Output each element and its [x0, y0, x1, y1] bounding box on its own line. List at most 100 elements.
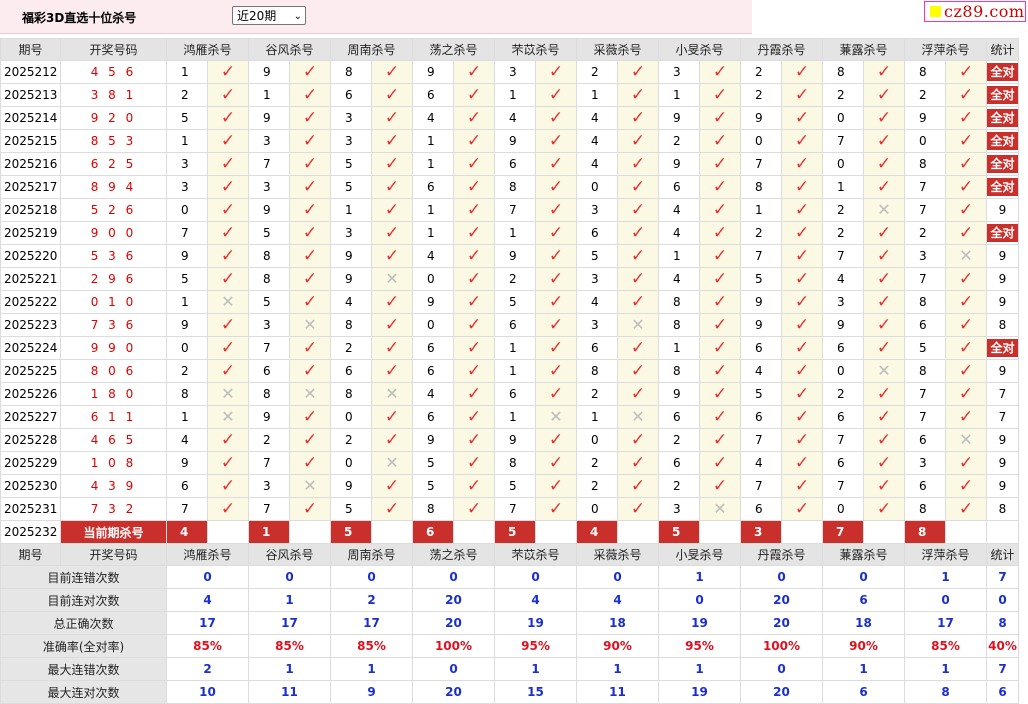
check-icon: ✓	[958, 291, 974, 312]
kill-number-cell: 0	[412, 313, 454, 337]
result-cell: ✓	[945, 152, 987, 176]
kill-number-cell: 4	[740, 359, 782, 383]
kill-number-table: 期号 开奖号码 鸿雁杀号 谷风杀号 周南杀号 荡之杀号 芣苡杀号 采薇杀号 小旻杀号 丹霞杀号 蒹露…	[0, 38, 1019, 704]
check-icon: ✓	[466, 268, 482, 289]
stats-row: 准确率(全对率) 85% 85% 85% 100% 95% 90% 95% 100% 90% 85%…	[0, 634, 1019, 658]
check-icon: ✓	[958, 199, 974, 220]
result-cell: ✓	[453, 83, 495, 107]
period-cell: 2025212	[0, 60, 61, 84]
result-cell: ✓	[699, 336, 741, 360]
result-cell: ✓	[781, 152, 823, 176]
stats-value: 95%	[658, 634, 741, 658]
kill-number-cell: 4	[330, 290, 372, 314]
kill-number-cell: 9	[412, 60, 454, 84]
kill-number-cell: 6	[494, 313, 536, 337]
result-cell: ✓	[289, 129, 331, 153]
current-kill-number: 1	[248, 520, 290, 544]
result-cell: ✓	[535, 336, 577, 360]
header-expert: 周南杀号	[330, 543, 413, 566]
check-icon: ✓	[630, 452, 646, 473]
correct-count: 7	[998, 410, 1007, 424]
period-cell: 2025226	[0, 382, 61, 406]
result-cell: ✓	[863, 175, 905, 199]
current-empty-cell	[371, 520, 413, 544]
current-period-row: 2025232 当前期杀号 4 1 5 6 5 4 5 3 7 8	[0, 520, 1019, 544]
check-icon: ✓	[712, 475, 728, 496]
result-cell: ✓	[617, 198, 659, 222]
kill-number-cell: 3	[576, 198, 618, 222]
check-icon: ✓	[302, 268, 318, 289]
stats-value: 85%	[330, 634, 413, 658]
stats-header: 期号 开奖号码 鸿雁杀号 谷风杀号 周南杀号 荡之杀号 芣苡杀号 采薇杀号 小旻杀号 丹霞杀号 蒹露…	[0, 543, 1019, 566]
kill-number-cell: 7	[822, 474, 864, 498]
table-row: 2025215 8 5 3 1 ✓ 3 ✓ 3 ✓ 1 ✓ 9 ✓ 4 ✓ 2 ✓ 0 ✓ 7 ✓ 0 ✓ 全对	[0, 129, 1019, 153]
kill-number-cell: 8	[248, 244, 290, 268]
check-icon: ✓	[384, 291, 400, 312]
check-icon: ✓	[958, 222, 974, 243]
page-title: 福彩3D直选十位杀号	[22, 11, 137, 25]
correct-count: 9	[998, 364, 1007, 378]
kill-number-cell: 2	[330, 428, 372, 452]
result-cell: ✓	[289, 405, 331, 429]
result-cell: ✓	[863, 336, 905, 360]
kill-number-cell: 6	[658, 451, 700, 475]
result-cell: ✓	[863, 106, 905, 130]
result-cell: ✓	[699, 221, 741, 245]
result-cell: ✓	[781, 175, 823, 199]
result-cell: ✓	[863, 497, 905, 521]
result-cell: ✓	[207, 497, 249, 521]
check-icon: ✓	[712, 337, 728, 358]
kill-number-cell: 6	[740, 405, 782, 429]
draw-number-cell: 5 3 6	[60, 244, 167, 268]
stats-value: 7	[986, 565, 1019, 589]
result-cell: ✓	[781, 313, 823, 337]
check-icon: ✓	[630, 475, 646, 496]
check-icon: ✓	[220, 199, 236, 220]
result-cell: ✓	[781, 359, 823, 383]
result-cell: ✓	[371, 290, 413, 314]
check-icon: ✓	[712, 130, 728, 151]
period-range-select[interactable]: 近20期 ⌄	[232, 6, 306, 25]
stats-value: 2	[330, 588, 413, 612]
kill-number-cell: 0	[822, 152, 864, 176]
result-cell: ✓	[699, 267, 741, 291]
check-icon: ✓	[794, 498, 810, 519]
kill-number-cell: 8	[658, 313, 700, 337]
current-empty-cell	[207, 520, 249, 544]
check-icon: ✓	[712, 360, 728, 381]
stats-label: 目前连对次数	[0, 588, 167, 612]
site-logo[interactable]: cz89.com	[924, 1, 1026, 22]
result-cell: ✓	[617, 336, 659, 360]
kill-number-cell: 7	[248, 497, 290, 521]
check-icon: ✓	[384, 61, 400, 82]
result-cell: ✓	[207, 175, 249, 199]
stats-value: 4	[576, 588, 659, 612]
check-icon: ✓	[548, 61, 564, 82]
stats-value: 0	[658, 588, 741, 612]
current-empty-cell	[863, 520, 905, 544]
table-row: 2025231 7 3 2 7 ✓ 7 ✓ 5 ✓ 8 ✓ 7 ✓ 0 ✓ 3 ✕ 6 ✓ 0 ✓ 8 ✓ 8	[0, 497, 1019, 521]
result-cell: ✓	[617, 106, 659, 130]
result-cell: ✓	[945, 474, 987, 498]
kill-number-cell: 4	[494, 106, 536, 130]
period-cell: 2025219	[0, 221, 61, 245]
kill-number-cell: 6	[904, 313, 946, 337]
all-correct-badge: 全对	[987, 109, 1018, 127]
check-icon: ✓	[466, 475, 482, 496]
kill-number-cell: 1	[412, 129, 454, 153]
check-icon: ✓	[220, 360, 236, 381]
period-cell: 2025229	[0, 451, 61, 475]
cross-icon: ✕	[303, 315, 317, 334]
result-cell: ✓	[945, 175, 987, 199]
header-expert: 蒹露杀号	[822, 38, 905, 61]
stats-value: 6	[986, 680, 1019, 704]
check-icon: ✓	[630, 291, 646, 312]
current-empty-cell	[617, 520, 659, 544]
kill-number-cell: 6	[822, 451, 864, 475]
check-icon: ✓	[220, 107, 236, 128]
table-row: 2025225 8 0 6 2 ✓ 6 ✓ 6 ✓ 6 ✓ 1 ✓ 8 ✓ 8 ✓ 4 ✓ 0 ✕ 8 ✓ 9	[0, 359, 1019, 383]
result-cell: ✓	[535, 198, 577, 222]
result-cell: ✓	[699, 129, 741, 153]
check-icon: ✓	[712, 84, 728, 105]
check-icon: ✓	[466, 429, 482, 450]
